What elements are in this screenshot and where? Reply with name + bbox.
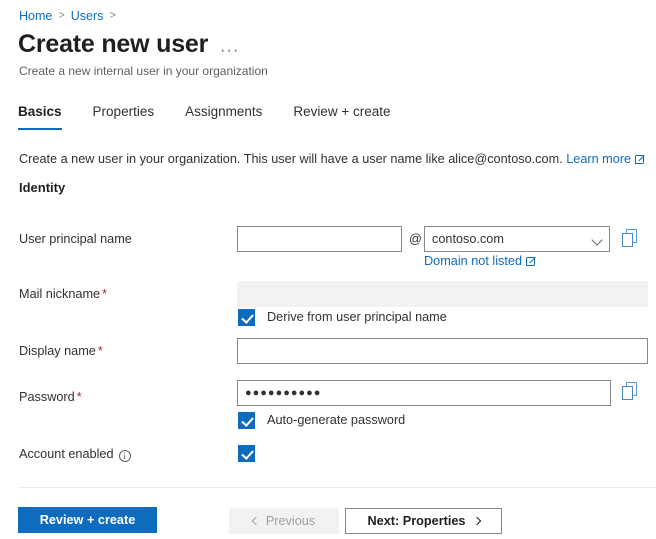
label-account-enabled: Account enabled i <box>19 446 131 463</box>
next-properties-button[interactable]: Next: Properties <box>345 508 502 534</box>
derive-from-upn-checkbox[interactable] <box>238 309 255 326</box>
breadcrumb: Home > Users > <box>19 8 122 25</box>
chevron-down-icon <box>591 234 603 246</box>
info-circle-icon[interactable]: i <box>118 450 131 462</box>
tab-bar: Basics Properties Assignments Review + c… <box>18 103 422 130</box>
mail-nickname-input[interactable] <box>237 281 648 307</box>
derive-from-upn-checkbox-row[interactable]: Derive from user principal name <box>238 309 447 326</box>
domain-select[interactable]: contoso.com <box>424 226 610 252</box>
previous-button-label: Previous <box>265 514 316 528</box>
tab-assignments[interactable]: Assignments <box>185 103 262 130</box>
copy-icon-sheet-front <box>622 233 633 247</box>
derive-from-upn-label[interactable]: Derive from user principal name <box>267 309 447 326</box>
label-user-principal-name: User principal name <box>19 232 132 246</box>
auto-generate-password-checkbox-row[interactable]: Auto-generate password <box>238 412 405 429</box>
user-principal-name-input[interactable] <box>237 226 402 252</box>
intro-text: Create a new user in your organization. … <box>19 152 563 166</box>
chevron-left-icon <box>251 516 261 526</box>
section-heading-identity: Identity <box>19 180 66 195</box>
external-link-icon <box>635 154 645 164</box>
label-mail-nickname: Mail nickname * <box>19 287 108 301</box>
create-new-user-page: Home > Users > Create new user ··· Creat… <box>0 0 656 539</box>
external-link-icon-domain <box>526 256 536 266</box>
copy-icon-sheet-front <box>622 386 633 400</box>
required-marker-display-name: * <box>97 344 103 358</box>
account-enabled-checkbox[interactable] <box>238 445 255 462</box>
auto-generate-password-label[interactable]: Auto-generate password <box>267 412 405 429</box>
previous-button[interactable]: Previous <box>229 508 339 534</box>
breadcrumb-separator: > <box>58 9 65 22</box>
copy-to-clipboard-icon-upn[interactable] <box>622 229 640 249</box>
breadcrumb-item-home[interactable]: Home <box>19 8 52 25</box>
copy-to-clipboard-icon-password[interactable] <box>622 382 640 402</box>
learn-more-label: Learn more <box>566 152 632 166</box>
domain-not-listed-label: Domain not listed <box>424 254 523 268</box>
required-marker-mail-nickname: * <box>102 287 108 301</box>
next-button-label: Next: Properties <box>367 514 466 528</box>
breadcrumb-separator-trailing: > <box>109 9 116 22</box>
domain-not-listed-link[interactable]: Domain not listed <box>424 253 536 270</box>
review-create-button[interactable]: Review + create <box>18 507 157 533</box>
page-subtitle: Create a new internal user in your organ… <box>19 64 268 78</box>
required-marker-password: * <box>76 390 82 404</box>
chevron-right-icon <box>472 516 481 526</box>
tab-review-create[interactable]: Review + create <box>293 103 390 130</box>
breadcrumb-item-users[interactable]: Users <box>71 8 104 25</box>
label-display-name: Display name * <box>19 344 103 358</box>
tab-basics[interactable]: Basics <box>18 103 62 130</box>
intro-text-block: Create a new user in your organization. … <box>19 151 645 168</box>
at-symbol: @ <box>409 232 422 246</box>
password-input[interactable]: ●●●●●●●●●● <box>237 380 611 406</box>
label-password: Password * <box>19 390 82 404</box>
display-name-input[interactable] <box>237 338 648 364</box>
more-options-button[interactable]: ··· <box>216 39 244 63</box>
auto-generate-password-checkbox[interactable] <box>238 412 255 429</box>
footer-divider <box>18 487 656 488</box>
account-enabled-checkbox-row[interactable] <box>238 445 255 462</box>
domain-select-value: contoso.com <box>432 232 504 246</box>
page-title: Create new user <box>18 30 209 58</box>
tab-properties[interactable]: Properties <box>93 103 155 130</box>
learn-more-link[interactable]: Learn more <box>566 152 645 166</box>
